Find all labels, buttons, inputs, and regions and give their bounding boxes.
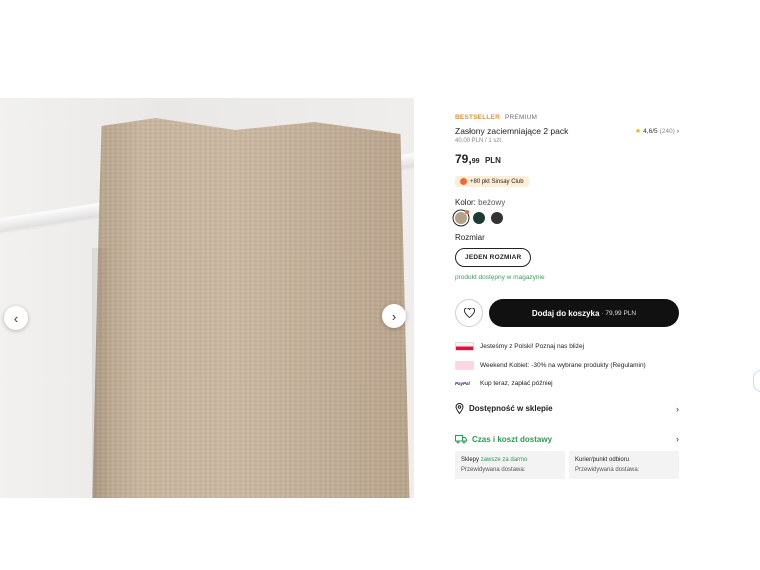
product-tags: BESTSELLER PREMIUM	[455, 114, 679, 121]
side-widget-button[interactable]	[754, 371, 760, 391]
club-points-badge: +80 pkt Sinsay Club	[455, 176, 529, 187]
delivery-courier-card: Kurier/punkt odbioru Przewidywana dostaw…	[569, 451, 679, 479]
rating-link[interactable]: ★ 4,6/5 (240) ›	[634, 127, 679, 136]
accordion-delivery[interactable]: Czas i koszt dostawy ›	[455, 434, 679, 444]
stock-status: produkt dostępny w magazynie	[455, 274, 545, 281]
chevron-right-icon: ›	[676, 434, 679, 444]
add-to-cart-label: Dodaj do koszyka	[531, 308, 600, 318]
rating-count: (240)	[659, 127, 675, 135]
info-paypal-text: Kup teraz, zapłać później	[480, 380, 553, 387]
color-value: beżowy	[478, 198, 506, 207]
delivery-options: Sklepy zawsze za darmo Przewidywana dost…	[455, 451, 679, 479]
delivery-stores-card: Sklepy zawsze za darmo Przewidywana dost…	[455, 451, 565, 479]
swatch-beige[interactable]	[455, 210, 469, 224]
color-label-text: Kolor:	[455, 198, 476, 207]
chevron-left-icon: ‹	[13, 310, 19, 326]
courier-eta: Przewidywana dostawa:	[575, 467, 640, 473]
poland-flag-icon	[455, 342, 474, 351]
stores-label: Sklepy	[461, 457, 480, 463]
product-image-gallery	[0, 98, 414, 498]
price-currency: PLN	[484, 156, 501, 165]
truck-icon	[455, 435, 467, 444]
size-option-button[interactable]: JEDEN ROZMIAR	[455, 248, 532, 267]
selected-dot-icon	[465, 210, 469, 214]
chevron-right-icon: ›	[676, 403, 679, 414]
color-swatches	[455, 210, 679, 224]
product-price: 79,99 PLN	[455, 150, 679, 168]
paypal-logo-icon: PayPal	[455, 381, 470, 386]
add-to-cart-button[interactable]: Dodaj do koszyka · 79,99 PLN	[489, 299, 679, 327]
price-integer: 79,	[455, 152, 472, 166]
gallery-next-button[interactable]: ›	[382, 304, 406, 328]
swatch-dark-green[interactable]	[473, 212, 485, 224]
accordion-delivery-label: Czas i koszt dostawy	[472, 434, 553, 444]
price-decimal: 99	[471, 158, 480, 165]
premium-badge: PREMIUM	[505, 114, 538, 121]
info-poland[interactable]: Jesteśmy z Polski! Poznaj nas bliżej	[455, 342, 679, 351]
product-title: Zasłony zaciemniające 2 pack	[455, 126, 569, 136]
curtain-shadow	[92, 248, 112, 498]
rating-value: 4,6/5	[643, 127, 658, 135]
unit-price: 40,00 PLN / 1 szt	[455, 138, 502, 144]
gallery-prev-button[interactable]: ‹	[4, 306, 28, 330]
chevron-right-icon: ›	[391, 308, 397, 324]
stores-free: zawsze za darmo	[480, 457, 528, 463]
accordion-store-label: Dostępność w sklepie	[469, 404, 553, 413]
club-points-text: +80 pkt Sinsay Club	[470, 178, 524, 185]
wishlist-button[interactable]	[455, 299, 483, 327]
chevron-right-icon: ›	[676, 127, 679, 135]
heart-icon	[463, 308, 475, 318]
title-row: Zasłony zaciemniające 2 pack ★ 4,6/5 (24…	[455, 126, 679, 136]
info-poland-text: Jesteśmy z Polski! Poznaj nas bliżej	[480, 343, 585, 350]
stores-eta: Przewidywana dostawa:	[461, 467, 526, 473]
color-label: Kolor: beżowy	[455, 198, 679, 207]
club-icon	[460, 178, 467, 185]
star-icon: ★	[634, 128, 642, 135]
size-label: Rozmiar	[455, 233, 485, 242]
bestseller-badge: BESTSELLER	[455, 114, 500, 121]
purchase-actions: Dodaj do koszyka · 79,99 PLN	[455, 299, 679, 327]
accordion-store-availability[interactable]: Dostępność w sklepie ›	[455, 403, 679, 414]
info-paypal[interactable]: PayPal Kup teraz, zapłać później	[455, 380, 679, 387]
info-weekend-text: Weekend Kobiet: -30% na wybrane produkty…	[480, 362, 646, 369]
promo-icon	[455, 361, 474, 370]
courier-label: Kurier/punkt odbioru	[575, 457, 630, 463]
info-weekend[interactable]: Weekend Kobiet: -30% na wybrane produkty…	[455, 361, 679, 370]
add-to-cart-price: · 79,99 PLN	[601, 309, 637, 317]
product-details-panel: BESTSELLER PREMIUM Zasłony zaciemniające…	[455, 114, 679, 479]
swatch-graphite[interactable]	[491, 212, 503, 224]
curtain-image	[92, 118, 410, 498]
location-pin-icon	[455, 403, 464, 414]
